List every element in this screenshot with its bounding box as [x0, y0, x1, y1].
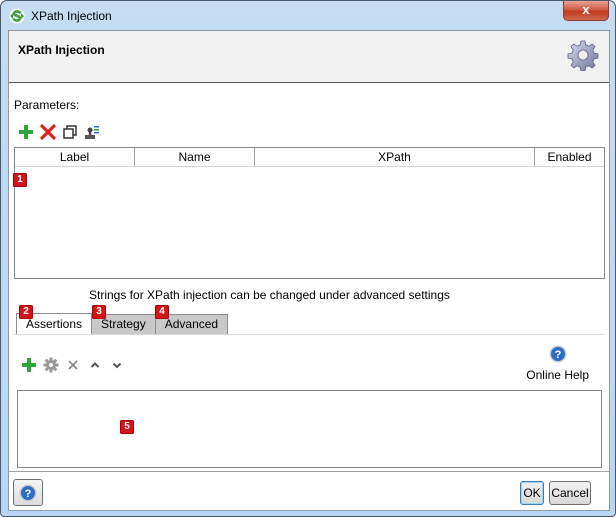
table-header: Label Name XPath Enabled: [15, 148, 604, 167]
cancel-button[interactable]: Cancel: [549, 481, 591, 505]
add-assertion-button[interactable]: [21, 357, 37, 373]
copy-icon: [63, 125, 77, 139]
callout-badge-2: 2: [19, 305, 33, 319]
window-title: XPath Injection: [31, 9, 112, 23]
parameters-table[interactable]: Label Name XPath Enabled: [14, 147, 605, 279]
column-header-name[interactable]: Name: [135, 148, 255, 166]
move-down-button[interactable]: [109, 357, 125, 373]
svg-text:?: ?: [554, 349, 561, 361]
soapui-logo-icon: [9, 8, 25, 24]
plus-icon: [19, 125, 33, 139]
assertions-list[interactable]: [17, 390, 602, 468]
callout-badge-5: 5: [120, 420, 134, 434]
title-bar: XPath Injection x: [1, 1, 615, 31]
ok-button[interactable]: OK: [520, 481, 544, 505]
plus-icon: [22, 358, 36, 372]
red-x-icon: [40, 124, 56, 140]
column-header-enabled[interactable]: Enabled: [535, 148, 604, 166]
chevron-up-icon: [90, 362, 100, 368]
move-up-button[interactable]: [87, 357, 103, 373]
gear-icon: [567, 40, 599, 71]
close-button[interactable]: x: [563, 1, 609, 21]
dialog-window: XPath Injection x XPath Injection Parame…: [0, 0, 616, 517]
extract-icon: [85, 126, 99, 139]
callout-badge-4: 4: [155, 305, 169, 319]
help-button[interactable]: ?: [13, 479, 43, 506]
callout-badge-3: 3: [92, 305, 106, 319]
remove-assertion-button[interactable]: [65, 357, 81, 373]
assertions-toolbar: [21, 357, 125, 373]
svg-text:?: ?: [25, 488, 32, 500]
close-icon: x: [582, 2, 590, 17]
dialog-client-area: XPath Injection Parameters: Label Name X…: [8, 30, 610, 511]
assertions-panel: ? Online Help: [14, 334, 605, 468]
header-title: XPath Injection: [18, 43, 105, 57]
column-header-label[interactable]: Label: [15, 148, 135, 166]
help-icon: ?: [549, 345, 567, 363]
help-icon: ?: [19, 484, 37, 501]
online-help-button[interactable]: ? Online Help: [526, 345, 589, 382]
info-text: Strings for XPath injection can be chang…: [89, 288, 450, 302]
online-help-label: Online Help: [526, 368, 589, 382]
column-header-xpath[interactable]: XPath: [255, 148, 535, 166]
clone-parameter-button[interactable]: [62, 124, 78, 140]
remove-parameter-button[interactable]: [40, 124, 56, 140]
x-icon: [68, 360, 78, 370]
chevron-down-icon: [112, 362, 122, 369]
tab-bar: Assertions Strategy Advanced: [16, 313, 229, 334]
header-panel: XPath Injection: [9, 31, 609, 83]
add-parameter-button[interactable]: [18, 124, 34, 140]
parameters-label: Parameters:: [14, 98, 80, 112]
parameters-toolbar: [18, 124, 100, 140]
extract-parameter-button[interactable]: [84, 124, 100, 140]
gear-icon: [43, 357, 59, 373]
footer-divider: [9, 471, 609, 472]
callout-badge-1: 1: [13, 173, 27, 187]
configure-assertion-button[interactable]: [43, 357, 59, 373]
